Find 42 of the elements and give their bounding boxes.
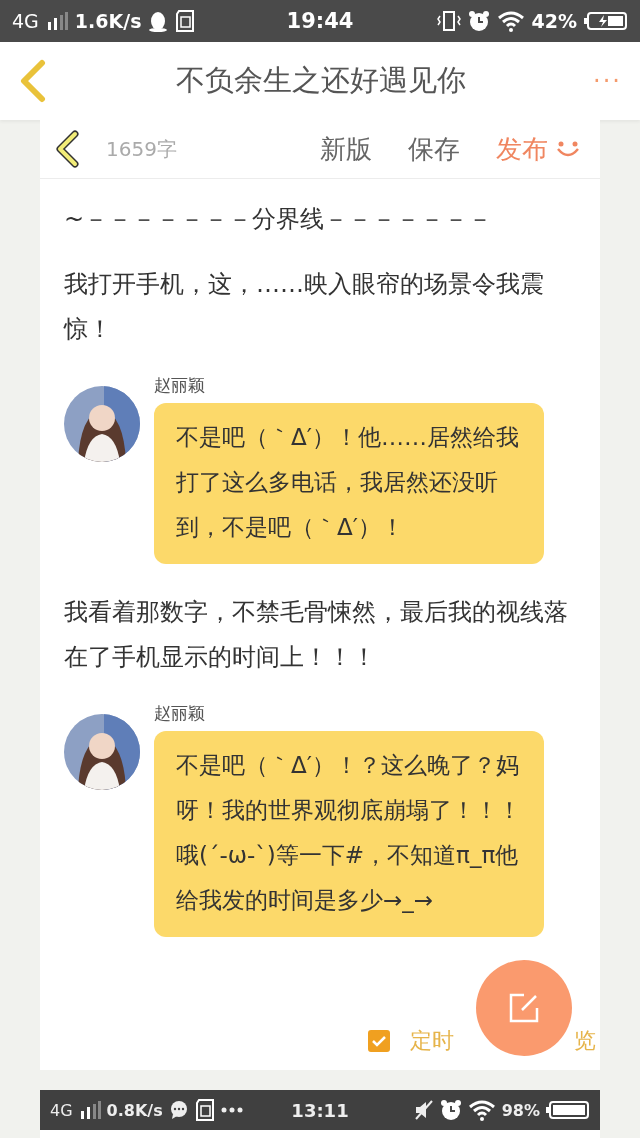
paragraph: 我看着那数字，不禁毛骨悚然，最后我的视线落在了手机显示的时间上！！！ (64, 597, 569, 673)
sender-name: 赵丽颖 (154, 374, 206, 397)
word-count: 1659字 (106, 135, 178, 163)
clock: 19:44 (286, 9, 354, 33)
signal-icon (78, 1101, 101, 1119)
wifi-icon (496, 10, 525, 32)
mute-icon (413, 1100, 434, 1120)
toolbar-button[interactable]: 保存 (408, 131, 460, 167)
page-title: 不负余生之还好遇见你 (174, 62, 467, 99)
chat-bubble-icon (168, 1100, 189, 1120)
timer-label: 定时 (410, 1027, 454, 1055)
paragraph: ~－－－－－－－分界线－－－－－－－ (64, 204, 494, 235)
battery-icon (546, 1100, 590, 1120)
message-bubble: 不是吧（｀Δ′）！？这么晚了？妈呀！我的世界观彻底崩塌了！！！哦(´-ω-`)等一下#，不知道π_π他给我发的时间是多少→_→ (154, 731, 544, 937)
battery-icon (584, 11, 628, 31)
preview-button[interactable]: 览 (574, 1026, 596, 1056)
clock: 13:11 (291, 1099, 349, 1121)
paragraph: 我打开手机，这，……映入眼帘的场景令我震惊！ (64, 269, 545, 345)
sim-card-icon (194, 1099, 215, 1121)
sender-name: 赵丽颖 (154, 702, 206, 725)
alarm-icon (467, 10, 490, 32)
network-type: 4G (12, 10, 39, 32)
edit-icon (508, 992, 540, 1024)
alarm-icon (439, 1099, 462, 1121)
timer-checkbox[interactable] (368, 1030, 390, 1052)
signal-icon (45, 12, 68, 30)
toolbar-button[interactable]: 新版 (320, 131, 372, 167)
network-speed: 1.6K/s (74, 10, 142, 32)
check-icon (372, 1035, 386, 1047)
vibrate-icon (436, 10, 461, 32)
battery-percent: 98% (501, 1100, 540, 1120)
back-icon[interactable] (54, 130, 80, 168)
more-button[interactable]: ··· (593, 67, 622, 95)
network-speed: 0.8K/s (106, 1100, 163, 1120)
message-bubble: 不是吧（｀Δ′）！他……居然给我打了这么多电话，我居然还没听到，不是吧（｀Δ′）！ (154, 403, 544, 564)
battery-percent: 42% (531, 10, 577, 32)
network-type: 4G (50, 1100, 73, 1120)
smiley-icon (556, 141, 580, 157)
sim-card-icon (175, 10, 196, 32)
more-icon (220, 1107, 243, 1113)
wifi-icon (467, 1099, 496, 1121)
publish-button[interactable]: 发布 (496, 131, 580, 167)
